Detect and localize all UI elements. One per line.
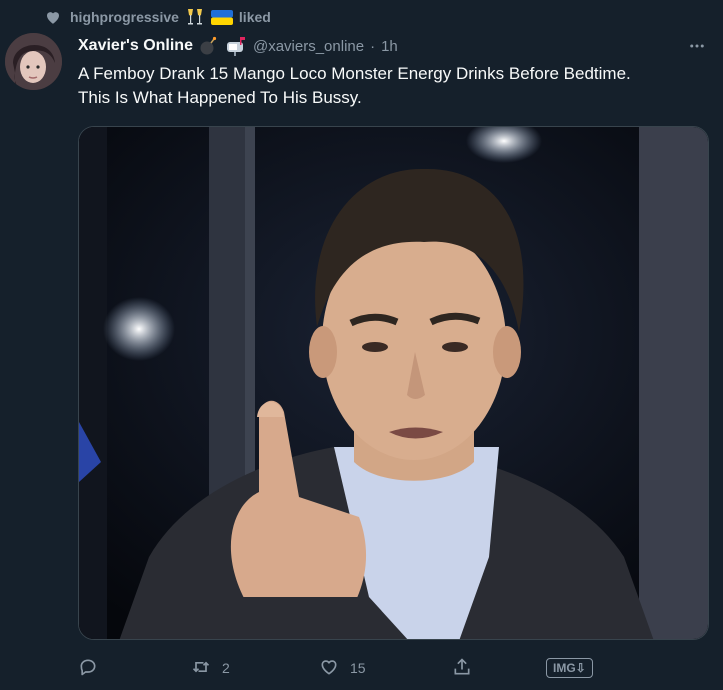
like-icon	[318, 657, 340, 680]
separator-dot: ·	[370, 37, 376, 55]
img-download-button[interactable]: IMG⇩	[546, 658, 593, 678]
more-icon[interactable]	[685, 34, 709, 58]
context-action: liked	[238, 9, 271, 25]
tweet-header: Xavier's Online @xaviers_online · 1h	[78, 34, 709, 58]
bomb-emoji	[199, 36, 219, 56]
retweet-icon	[190, 657, 212, 680]
tweet-media-image[interactable]	[78, 126, 709, 640]
display-name[interactable]: Xavier's Online	[78, 37, 193, 55]
heart-icon	[42, 6, 64, 28]
retweet-count: 2	[222, 660, 230, 676]
reply-icon	[78, 657, 98, 680]
mailbox-emoji	[225, 36, 247, 56]
timestamp[interactable]: 1h	[381, 38, 398, 55]
retweet-button[interactable]: 2	[190, 652, 230, 684]
like-count: 15	[350, 660, 366, 676]
share-icon	[452, 657, 472, 680]
tweet-text: A Femboy Drank 15 Mango Loco Monster Ene…	[78, 62, 708, 110]
reply-button[interactable]	[78, 652, 108, 684]
champagne-emoji	[185, 8, 205, 26]
ukraine-flag-emoji	[210, 9, 233, 25]
share-button[interactable]	[452, 652, 472, 684]
tweet-actions: 2 15 IMG⇩	[78, 652, 708, 684]
like-button[interactable]: 15	[318, 652, 366, 684]
social-context[interactable]: highprogressive liked	[42, 6, 271, 28]
tweet-text-line-2: This Is What Happened To His Bussy.	[78, 88, 362, 107]
avatar[interactable]	[5, 33, 62, 90]
context-user[interactable]: highprogressive	[70, 9, 179, 25]
handle[interactable]: @xaviers_online	[253, 38, 364, 55]
tweet-text-line-1: A Femboy Drank 15 Mango Loco Monster Ene…	[78, 64, 631, 83]
